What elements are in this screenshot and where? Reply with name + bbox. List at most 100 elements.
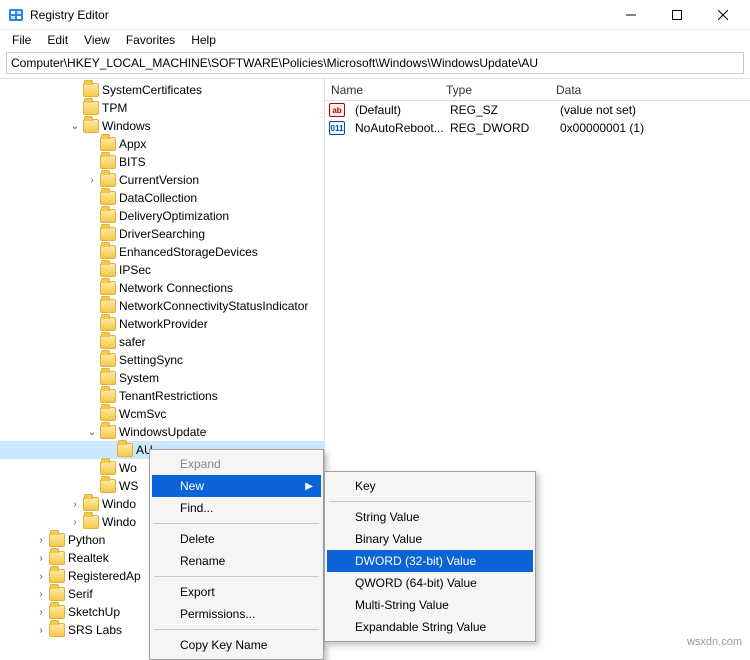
menu-item[interactable]: Multi-String Value xyxy=(327,594,533,616)
menu-item[interactable]: Expandable String Value xyxy=(327,616,533,638)
menu-favorites[interactable]: Favorites xyxy=(118,31,183,49)
tree-node[interactable]: Appx xyxy=(0,135,324,153)
menu-item-label: Key xyxy=(355,479,376,493)
menu-item[interactable]: QWORD (64-bit) Value xyxy=(327,572,533,594)
col-header-data[interactable]: Data xyxy=(550,83,750,97)
folder-icon xyxy=(117,443,133,457)
tree-node-label: TenantRestrictions xyxy=(119,389,218,403)
menu-item: Expand xyxy=(152,453,321,475)
tree-node[interactable]: SystemCertificates xyxy=(0,81,324,99)
menu-item-label: DWORD (32-bit) Value xyxy=(355,554,476,568)
folder-icon xyxy=(49,587,65,601)
menu-item[interactable]: Export xyxy=(152,581,321,603)
menu-separator xyxy=(154,523,319,524)
menu-item[interactable]: New ▶ xyxy=(152,475,321,497)
menu-item-label: New xyxy=(180,479,204,493)
tree-node[interactable]: ⌄WindowsUpdate xyxy=(0,423,324,441)
menu-item[interactable]: Delete xyxy=(152,528,321,550)
expand-icon[interactable]: › xyxy=(68,499,82,510)
expand-icon[interactable]: › xyxy=(34,571,48,582)
folder-icon xyxy=(100,137,116,151)
menu-edit[interactable]: Edit xyxy=(39,31,76,49)
collapse-icon[interactable]: ⌄ xyxy=(85,427,99,438)
cell-name: (Default) xyxy=(349,103,444,117)
cell-data: 0x00000001 (1) xyxy=(554,121,750,135)
menu-help[interactable]: Help xyxy=(183,31,224,49)
cell-type: REG_DWORD xyxy=(444,121,554,135)
list-row[interactable]: ab(Default)REG_SZ(value not set) xyxy=(325,101,750,119)
expand-icon[interactable]: › xyxy=(34,553,48,564)
submenu-arrow-icon: ▶ xyxy=(305,481,313,492)
tree-node[interactable]: IPSec xyxy=(0,261,324,279)
context-menu[interactable]: Expand New ▶ Find... Delete Rename Export Permi… xyxy=(149,449,324,660)
tree-node-label: Network Connections xyxy=(119,281,233,295)
tree-node-label: NetworkConnectivityStatusIndicator xyxy=(119,299,308,313)
minimize-button[interactable] xyxy=(608,0,654,30)
watermark: wsxdn.com xyxy=(687,636,742,648)
tree-node[interactable]: DriverSearching xyxy=(0,225,324,243)
menu-item[interactable]: DWORD (32-bit) Value xyxy=(327,550,533,572)
tree-node[interactable]: safer xyxy=(0,333,324,351)
menu-item[interactable]: Copy Key Name xyxy=(152,634,321,656)
expand-icon[interactable]: › xyxy=(68,517,82,528)
menu-item[interactable]: Permissions... xyxy=(152,603,321,625)
expand-icon[interactable]: › xyxy=(85,175,99,186)
tree-node[interactable]: EnhancedStorageDevices xyxy=(0,243,324,261)
tree-node-label: DriverSearching xyxy=(119,227,205,241)
menu-item[interactable]: Key xyxy=(327,475,533,497)
menu-file[interactable]: File xyxy=(4,31,39,49)
expand-icon[interactable]: › xyxy=(34,535,48,546)
folder-icon xyxy=(49,605,65,619)
close-button[interactable] xyxy=(700,0,746,30)
expand-icon[interactable]: › xyxy=(34,625,48,636)
context-submenu-new[interactable]: Key String ValueBinary Value DWORD (32-bit… xyxy=(324,471,536,642)
tree-node-label: NetworkProvider xyxy=(119,317,208,331)
tree-node-label: Realtek xyxy=(68,551,109,565)
tree-node-label: Wo xyxy=(119,461,137,475)
menu-item[interactable]: Rename xyxy=(152,550,321,572)
folder-icon xyxy=(100,425,116,439)
menu-item-label: Delete xyxy=(180,532,215,546)
tree-node[interactable]: Network Connections xyxy=(0,279,324,297)
cell-data: (value not set) xyxy=(554,103,750,117)
tree-node[interactable]: ⌄Windows xyxy=(0,117,324,135)
list-row[interactable]: 011NoAutoReboot...REG_DWORD0x00000001 (1… xyxy=(325,119,750,137)
folder-icon xyxy=(83,515,99,529)
menu-item-label: Expand xyxy=(180,457,221,471)
tree-node-label: SRS Labs xyxy=(68,623,122,637)
col-header-type[interactable]: Type xyxy=(440,83,550,97)
collapse-icon[interactable]: ⌄ xyxy=(68,121,82,132)
menu-item-label: Permissions... xyxy=(180,607,255,621)
tree-node-label: SettingSync xyxy=(119,353,183,367)
tree-node[interactable]: TPM xyxy=(0,99,324,117)
tree-node[interactable]: NetworkProvider xyxy=(0,315,324,333)
folder-icon xyxy=(49,551,65,565)
window-title: Registry Editor xyxy=(30,8,608,22)
tree-node[interactable]: ›CurrentVersion xyxy=(0,171,324,189)
tree-node-label: EnhancedStorageDevices xyxy=(119,245,258,259)
menu-separator xyxy=(154,576,319,577)
tree-node[interactable]: TenantRestrictions xyxy=(0,387,324,405)
expand-icon[interactable]: › xyxy=(34,607,48,618)
maximize-button[interactable] xyxy=(654,0,700,30)
tree-node[interactable]: System xyxy=(0,369,324,387)
menu-view[interactable]: View xyxy=(76,31,118,49)
menu-item[interactable]: String Value xyxy=(327,506,533,528)
folder-icon xyxy=(100,155,116,169)
app-icon xyxy=(8,7,24,23)
col-header-name[interactable]: Name xyxy=(325,83,440,97)
tree-node[interactable]: BITS xyxy=(0,153,324,171)
menu-item[interactable]: Binary Value xyxy=(327,528,533,550)
expand-icon[interactable]: › xyxy=(34,589,48,600)
tree-node[interactable]: SettingSync xyxy=(0,351,324,369)
folder-icon xyxy=(100,317,116,331)
tree-node[interactable]: DeliveryOptimization xyxy=(0,207,324,225)
folder-icon xyxy=(49,533,65,547)
tree-node[interactable]: DataCollection xyxy=(0,189,324,207)
menu-item[interactable]: Find... xyxy=(152,497,321,519)
tree-node[interactable]: WcmSvc xyxy=(0,405,324,423)
address-bar[interactable]: Computer\HKEY_LOCAL_MACHINE\SOFTWARE\Pol… xyxy=(6,52,744,74)
tree-node-label: DeliveryOptimization xyxy=(119,209,229,223)
tree-node[interactable]: NetworkConnectivityStatusIndicator xyxy=(0,297,324,315)
folder-icon xyxy=(100,353,116,367)
